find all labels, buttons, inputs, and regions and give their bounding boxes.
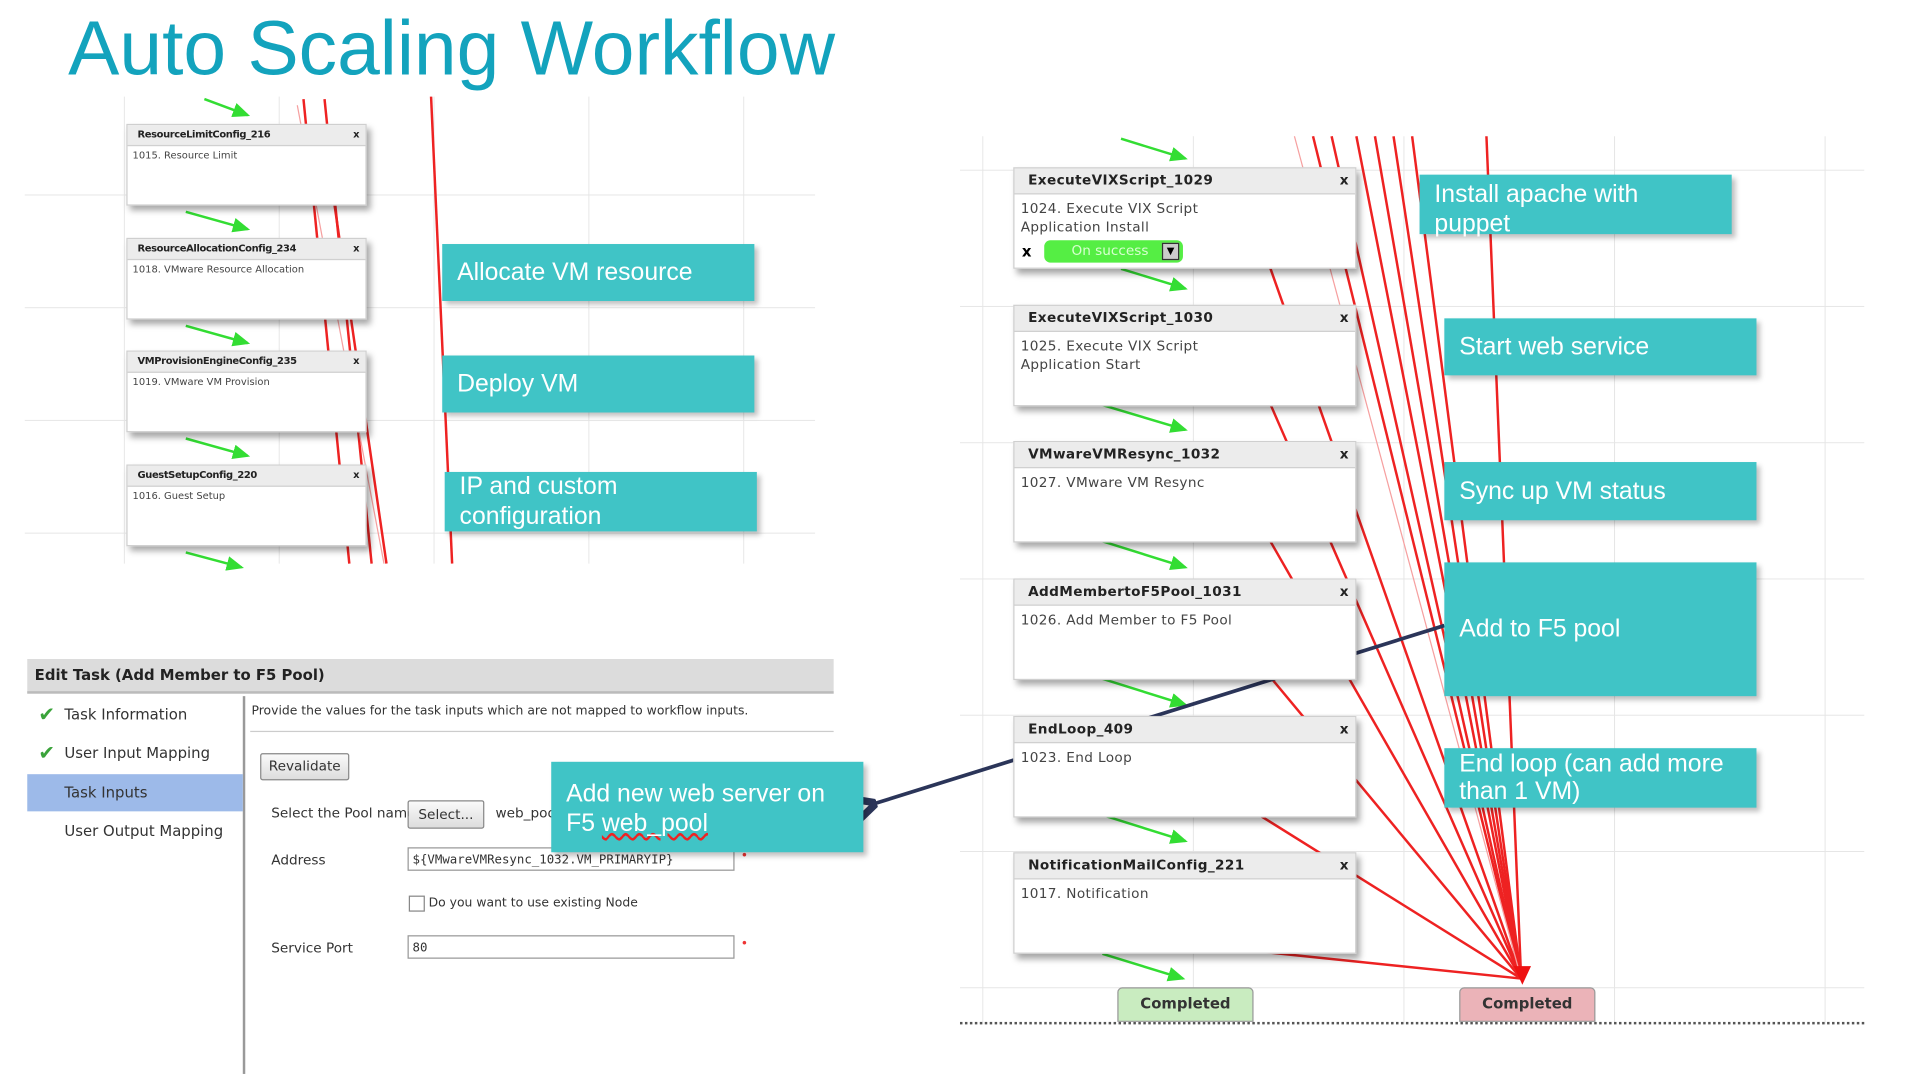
step-label: User Output Mapping [64,822,224,840]
workflow-node[interactable]: GuestSetupConfig_220 x 1016. Guest Setup [126,464,367,547]
workflow-node[interactable]: NotificationMailConfig_221 x 1017. Notifi… [1013,852,1357,954]
callout-sync-vm: Sync up VM status [1444,462,1757,521]
service-port-input[interactable]: 80 [407,935,735,959]
step-task-inputs[interactable]: Task Inputs [27,774,243,812]
node-title: ExecuteVIXScript_1029 [1028,172,1214,189]
workflow-node[interactable]: EndLoop_409 x 1023. End Loop [1013,715,1357,818]
workflow-node[interactable]: AddMembertoF5Pool_1031 x 1026. Add Member… [1013,578,1357,681]
close-icon[interactable]: x [1340,580,1349,605]
callout-allocate-vm: Allocate VM resource [442,244,755,302]
instructions-text: Provide the values for the task inputs w… [251,704,749,719]
check-icon: ✔ [38,740,56,765]
callout-add-web-server: Add new web server on F5 web_pool [551,761,864,853]
pool-value: web_pool [495,805,560,822]
callout-deploy-vm: Deploy VM [442,355,755,413]
workflow-node[interactable]: ResourceLimitConfig_216 x 1015. Resource … [126,123,367,206]
step-user-input-mapping[interactable]: ✔ User Input Mapping [27,735,243,772]
close-icon[interactable]: x [353,466,359,486]
node-description: 1018. VMware Resource Allocation [132,263,305,275]
divider [250,730,834,733]
address-label: Address [271,852,326,869]
node-title: VMProvisionEngineConfig_235 [137,355,297,367]
node-description: 1025. Execute VIX Script Application Sta… [1020,338,1199,373]
workflow-node[interactable]: VMwareVMResync_1032 x 1027. VMware VM Res… [1013,440,1357,543]
revalidate-button[interactable]: Revalidate [260,753,350,781]
node-description: 1015. Resource Limit [132,149,238,162]
callout-line: Add new web server on [566,780,825,808]
node-title: ResourceAllocationConfig_234 [137,242,297,254]
node-description: 1017. Notification [1020,885,1149,902]
spellcheck-word: web_pool [601,810,708,838]
workflow-node[interactable]: ExecuteVIXScript_1030 x 1025. Execute VIX… [1013,304,1357,407]
callout-ip-config: IP and custom configuration [444,471,757,532]
close-icon[interactable]: x [1340,442,1349,467]
callout-line: F5 web_pool [566,809,848,839]
on-success-dropdown[interactable]: On success ▼ [1044,240,1183,263]
existing-node-label: Do you want to use existing Node [428,896,638,911]
workflow-node[interactable]: VMProvisionEngineConfig_235 x 1019. VMwar… [126,350,367,433]
step-label: Task Inputs [64,784,148,802]
close-icon[interactable]: x [353,239,359,259]
step-task-information[interactable]: ✔ Task Information [27,696,243,733]
node-title: ExecuteVIXScript_1030 [1028,309,1214,326]
callout-start-web: Start web service [1444,318,1757,376]
callout-end-loop: End loop (can add more than 1 VM) [1444,748,1757,808]
close-icon[interactable]: x [1340,306,1349,331]
step-label: User Input Mapping [64,744,211,762]
edit-task-dialog: Edit Task (Add Member to F5 Pool) ✔ Task … [27,658,834,1074]
required-indicator: • [740,937,749,952]
workflow-node[interactable]: ExecuteVIXScript_1029 x 1024. Execute VIX… [1013,167,1357,269]
close-icon[interactable]: x [353,125,359,145]
service-port-label: Service Port [271,940,353,957]
node-description: 1027. VMware VM Resync [1020,474,1205,491]
node-description: 1024. Execute VIX Script Application Ins… [1020,200,1199,236]
callout-add-f5: Add to F5 pool [1444,562,1757,697]
node-description: 1026. Add Member to F5 Pool [1020,611,1233,629]
remove-connector-icon[interactable]: x [1022,243,1032,260]
pool-name-label: Select the Pool name [271,805,416,822]
node-title: VMwareVMResync_1032 [1028,445,1221,463]
node-title: ResourceLimitConfig_216 [137,128,271,140]
slide-title: Auto Scaling Workflow [68,6,836,92]
existing-node-checkbox[interactable] [408,895,425,912]
close-icon[interactable]: x [1340,168,1349,193]
close-icon[interactable]: x [1340,717,1349,742]
callout-text: F5 [566,810,602,838]
step-label: Task Information [64,706,188,724]
close-icon[interactable]: x [353,352,359,372]
close-icon[interactable]: x [1340,853,1349,878]
wizard-steps: ✔ Task Information ✔ User Input Mapping Ta… [27,696,246,1074]
workflow-node[interactable]: ResourceAllocationConfig_234 x 1018. VMwa… [126,237,367,320]
callout-install-apache: Install apache with puppet [1419,174,1732,238]
dialog-header: Edit Task (Add Member to F5 Pool) [27,658,834,694]
select-pool-button[interactable]: Select... [407,800,485,829]
node-description: 1016. Guest Setup [132,490,226,502]
node-title: NotificationMailConfig_221 [1028,857,1245,874]
chevron-down-icon[interactable]: ▼ [1161,242,1180,261]
completed-success-node[interactable]: Completed [1117,987,1254,1022]
node-title: EndLoop_409 [1028,720,1134,738]
check-icon: ✔ [38,702,56,726]
completed-failure-node[interactable]: Completed [1459,987,1596,1022]
step-user-output-mapping[interactable]: User Output Mapping [27,813,243,850]
node-description: 1019. VMware VM Provision [132,376,270,388]
node-description: 1023. End Loop [1020,749,1133,766]
on-success-label: On success [1071,242,1149,259]
node-title: AddMembertoF5Pool_1031 [1028,583,1242,600]
node-title: GuestSetupConfig_220 [137,469,257,481]
